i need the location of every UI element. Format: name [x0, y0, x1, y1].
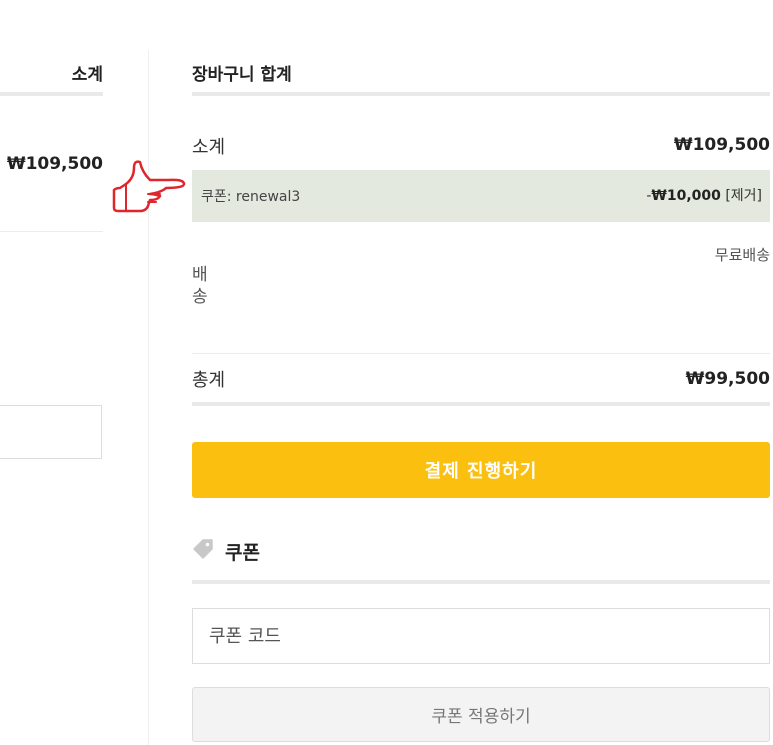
- cart-totals-title: 장바구니 합계: [192, 65, 292, 85]
- cart-action-input[interactable]: [0, 405, 102, 459]
- cart-page: 소계 ₩109,500 장바구니 합계 소계 ₩109,500 쿠폰: rene…: [0, 0, 773, 745]
- apply-coupon-button[interactable]: 쿠폰 적용하기: [192, 687, 770, 742]
- applied-coupon-row: 쿠폰: renewal3 -₩10,000 [제거]: [192, 170, 770, 222]
- coupon-heading: 쿠폰: [225, 542, 260, 564]
- proceed-to-checkout-button[interactable]: 결제 진행하기: [192, 442, 770, 498]
- pointing-hand-icon: [112, 160, 186, 213]
- column-divider: [148, 50, 149, 745]
- subtotal-label: 소계: [192, 137, 226, 158]
- row-divider: [0, 231, 103, 232]
- discount-amount: ₩10,000: [651, 188, 721, 204]
- applied-coupon-value: -₩10,000 [제거]: [646, 185, 762, 205]
- tag-icon: [193, 539, 213, 559]
- cart-table-subtotal-header: 소계: [0, 48, 103, 96]
- coupon-section-header: 쿠폰: [192, 530, 770, 584]
- cart-totals: 장바구니 합계 소계 ₩109,500 쿠폰: renewal3 -₩10,00…: [192, 48, 770, 406]
- applied-coupon-label: 쿠폰: renewal3: [201, 189, 301, 205]
- shipping-value: 무료배송: [714, 246, 770, 264]
- remove-coupon-link[interactable]: [제거]: [725, 188, 762, 204]
- subtotal-value: ₩109,500: [673, 135, 770, 155]
- subtotal-column-label: 소계: [71, 65, 103, 85]
- coupon-code-input[interactable]: [192, 608, 770, 664]
- subtotal-row: 소계 ₩109,500: [192, 96, 770, 170]
- order-total-row: 총계 ₩99,500: [192, 354, 770, 406]
- shipping-row: 배송 무료배송: [192, 222, 770, 354]
- order-total-label: 총계: [192, 370, 226, 391]
- cart-totals-header: 장바구니 합계: [192, 48, 770, 96]
- cart-item-subtotal: ₩109,500: [6, 154, 103, 174]
- shipping-label: 배송: [192, 265, 208, 307]
- order-total-value: ₩99,500: [685, 369, 770, 389]
